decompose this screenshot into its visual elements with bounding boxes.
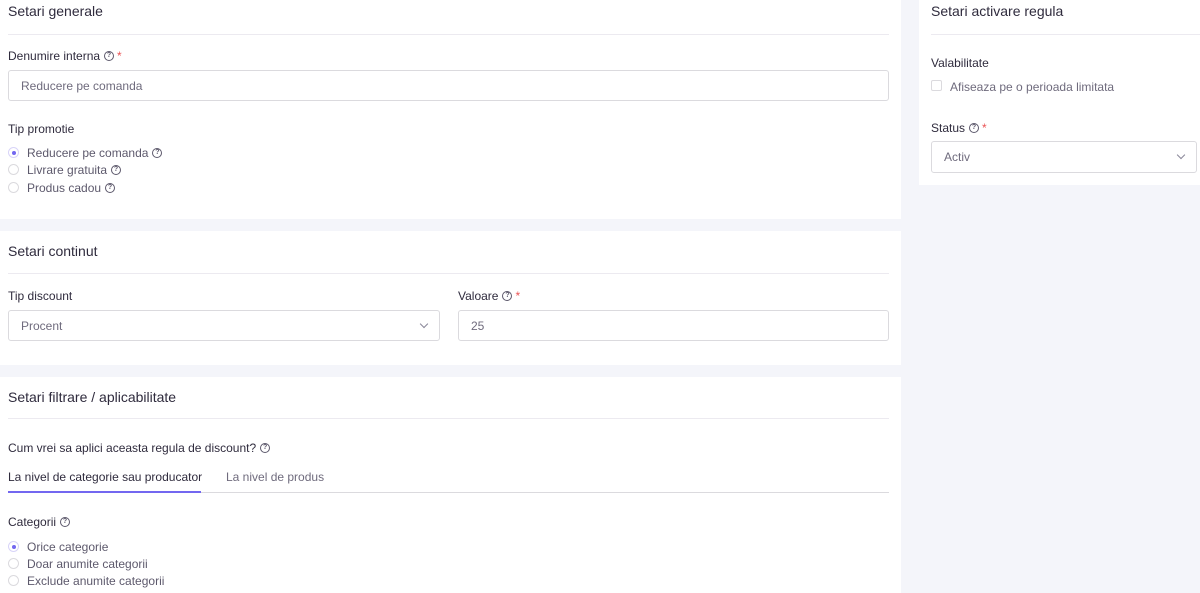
promo-type-label: Tip promotie xyxy=(8,122,75,136)
activation-settings-header: Setari activare regula xyxy=(931,0,1200,35)
status-select[interactable]: Activ xyxy=(931,141,1197,173)
internal-name-value: Reducere pe comanda xyxy=(21,79,143,93)
help-icon[interactable]: ? xyxy=(104,50,115,61)
value-input[interactable]: 25 xyxy=(458,310,889,341)
general-settings-card: Setari generale Denumire interna? * Reduc… xyxy=(0,0,901,219)
discount-type-select[interactable]: Procent xyxy=(8,310,440,341)
chevron-down-icon xyxy=(419,319,429,329)
radio-selected[interactable] xyxy=(8,541,19,552)
active-tab-indicator xyxy=(8,491,201,493)
help-icon[interactable]: ? xyxy=(60,516,71,527)
activation-settings-card: Setari activare regula Valabilitate Afis… xyxy=(919,0,1200,185)
content-settings-card: Setari continut Tip discount Procent Val… xyxy=(0,231,901,365)
promo-type-option-free-shipping[interactable]: Livrare gratuita? xyxy=(8,162,208,178)
apply-question-label: Cum vrei sa aplici aceasta regula de dis… xyxy=(8,441,271,455)
categories-label: Categorii? xyxy=(8,515,71,529)
content-settings-title: Setari continut xyxy=(8,243,98,259)
discount-type-label: Tip discount xyxy=(8,289,73,303)
tab-product[interactable]: La nivel de produs xyxy=(226,470,324,484)
limited-period-label[interactable]: Afiseaza pe o perioada limitata xyxy=(950,80,1114,94)
filter-settings-header: Setari filtrare / aplicabilitate xyxy=(8,377,889,419)
limited-period-checkbox[interactable] xyxy=(931,80,942,91)
help-icon[interactable]: ? xyxy=(105,182,116,193)
category-option-any[interactable]: Orice categorie xyxy=(8,539,228,555)
internal-name-label: Denumire interna? * xyxy=(8,49,122,63)
value-label: Valoare? * xyxy=(458,289,521,303)
validity-label: Valabilitate xyxy=(931,56,989,70)
general-settings-title: Setari generale xyxy=(8,3,103,19)
discount-type-value: Procent xyxy=(21,319,63,333)
category-option-only-some[interactable]: Doar anumite categorii xyxy=(8,556,228,572)
general-settings-header: Setari generale xyxy=(8,0,889,35)
tab-category-or-producer[interactable]: La nivel de categorie sau producator xyxy=(8,470,202,484)
chevron-down-icon xyxy=(1176,150,1186,160)
content-settings-header: Setari continut xyxy=(8,231,889,274)
required-mark: * xyxy=(117,49,122,63)
help-icon[interactable]: ? xyxy=(502,290,513,301)
category-option-exclude-some[interactable]: Exclude anumite categorii xyxy=(8,573,228,589)
help-icon[interactable]: ? xyxy=(260,442,271,453)
value-value: 25 xyxy=(471,319,485,333)
help-icon[interactable]: ? xyxy=(111,164,122,175)
promo-type-option-order-discount[interactable]: Reducere pe comanda? xyxy=(8,145,208,161)
help-icon[interactable]: ? xyxy=(152,147,163,158)
help-icon[interactable]: ? xyxy=(969,122,980,133)
radio-unselected[interactable] xyxy=(8,575,19,586)
required-mark: * xyxy=(982,121,987,135)
radio-unselected[interactable] xyxy=(8,164,19,175)
radio-unselected[interactable] xyxy=(8,182,19,193)
radio-selected[interactable] xyxy=(8,147,19,158)
status-value: Activ xyxy=(944,150,971,164)
activation-settings-title: Setari activare regula xyxy=(931,3,1064,19)
status-label: Status? * xyxy=(931,121,987,135)
radio-unselected[interactable] xyxy=(8,558,19,569)
promo-type-option-gift-product[interactable]: Produs cadou? xyxy=(8,180,208,196)
filter-settings-card: Setari filtrare / aplicabilitate Cum vre… xyxy=(0,377,901,593)
filter-settings-title: Setari filtrare / aplicabilitate xyxy=(8,389,177,405)
internal-name-input[interactable]: Reducere pe comanda xyxy=(8,70,889,101)
required-mark: * xyxy=(515,289,521,303)
